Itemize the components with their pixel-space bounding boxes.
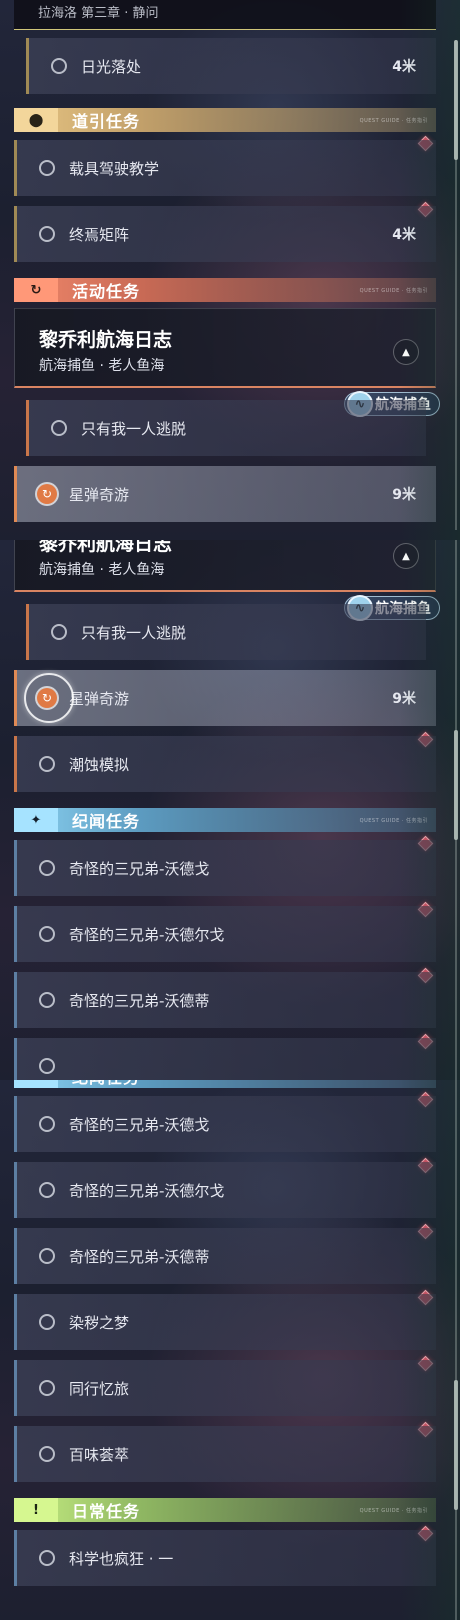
quest-label: 星弹奇游 — [69, 485, 130, 504]
category-tag: QUEST GUIDE · 任务指引 — [359, 287, 428, 294]
quest-card-sailing-log[interactable]: 黎乔利航海日志 航海捕鱼 · 老人鱼海 ▲ — [14, 308, 436, 388]
quest-item-brother-2[interactable]: 奇怪的三兄弟-沃德尔戈 — [14, 1162, 436, 1218]
scrollbar[interactable] — [454, 1080, 458, 1620]
category-tag: QUEST GUIDE · 任务指引 — [359, 1507, 428, 1514]
category-chronicle[interactable]: ✦ 纪闻任务 QUEST GUIDE · 任务指引 — [14, 808, 436, 832]
quest-item-brother-1[interactable]: 奇怪的三兄弟-沃德戈 — [14, 840, 436, 896]
quest-item-partial[interactable] — [14, 1038, 436, 1080]
quest-label: 百味荟萃 — [69, 1445, 130, 1464]
radio-circle-icon — [39, 1380, 55, 1396]
quest-label: 只有我一人逃脱 — [81, 623, 187, 642]
radio-circle-icon — [39, 1116, 55, 1132]
quest-item-flavor[interactable]: 百味荟萃 — [14, 1426, 436, 1482]
quest-item-sunlight[interactable]: 日光落处 4米 — [26, 38, 436, 94]
category-label: 纪闻任务 — [72, 1080, 140, 1088]
radio-circle-icon — [39, 160, 55, 176]
radio-circle-icon — [51, 58, 67, 74]
radio-circle-icon — [39, 1248, 55, 1264]
chapter-header[interactable]: 拉海洛 第三章 · 静问 — [14, 0, 436, 30]
quest-item-tide[interactable]: 潮蚀模拟 — [14, 736, 436, 792]
quest-label: 载具驾驶教学 — [69, 159, 160, 178]
quest-label: 科学也疯狂 · 一 — [69, 1549, 174, 1568]
quest-panel-frame-3: ✦ 纪闻任务 奇怪的三兄弟-沃德戈 奇怪的三兄弟-沃德尔戈 奇怪的三兄弟-沃德蒂… — [0, 1080, 460, 1620]
quest-label: 奇怪的三兄弟-沃德戈 — [69, 1115, 210, 1134]
radio-circle-icon — [39, 226, 55, 242]
quest-label: 奇怪的三兄弟-沃德蒂 — [69, 991, 210, 1010]
category-label: 活动任务 — [72, 282, 141, 301]
quest-distance: 4米 — [392, 227, 416, 243]
quest-item-dye-dream[interactable]: 染秽之梦 — [14, 1294, 436, 1350]
selection-focus-ring — [24, 673, 74, 723]
category-label: 纪闻任务 — [72, 812, 141, 831]
radio-circle-icon — [39, 1314, 55, 1330]
quest-label: 同行忆旅 — [69, 1379, 130, 1398]
radio-circle-icon — [39, 1446, 55, 1462]
quest-item-brother-3[interactable]: 奇怪的三兄弟-沃德蒂 — [14, 1228, 436, 1284]
category-activity[interactable]: ↻ 活动任务 QUEST GUIDE · 任务指引 — [14, 278, 436, 302]
scrollbar-thumb[interactable] — [454, 40, 458, 160]
quest-card-sailing-log[interactable]: 黎乔利航海日志 航海捕鱼 · 老人鱼海 ▲ — [14, 540, 436, 592]
exclamation-box-icon: ! — [14, 1498, 58, 1522]
category-daily[interactable]: ! 日常任务 QUEST GUIDE · 任务指引 — [14, 1498, 436, 1522]
tracking-active-icon: ↻ — [37, 484, 57, 504]
quest-item-star-active[interactable]: ↻ 星弹奇游 9米 — [14, 466, 436, 522]
quest-label: 日光落处 — [81, 57, 142, 76]
collapse-arrow-icon[interactable]: ▲ — [393, 543, 419, 569]
collapse-arrow-icon[interactable]: ▲ — [393, 339, 419, 365]
radio-circle-icon — [51, 624, 67, 640]
quest-distance: 9米 — [392, 487, 416, 503]
category-chronicle[interactable]: ✦ 纪闻任务 — [14, 1080, 436, 1088]
sparkle-star-icon: ✦ — [14, 808, 58, 832]
activity-cycle-icon: ↻ — [14, 278, 58, 302]
quest-label: 奇怪的三兄弟-沃德尔戈 — [69, 1181, 225, 1200]
sparkle-star-icon: ✦ — [14, 1080, 58, 1088]
quest-item-star-active[interactable]: ↻ 星弹奇游 9米 — [14, 670, 436, 726]
radio-circle-icon — [39, 1058, 55, 1074]
quest-item-escape[interactable]: 只有我一人逃脱 — [26, 604, 426, 660]
card-subtitle: 航海捕鱼 · 老人鱼海 — [39, 562, 165, 578]
radio-circle-icon — [39, 860, 55, 876]
radio-circle-icon — [39, 756, 55, 772]
quest-item-matrix[interactable]: 终焉矩阵 4米 — [14, 206, 436, 262]
quest-label: 奇怪的三兄弟-沃德蒂 — [69, 1247, 210, 1266]
radio-circle-icon — [39, 1550, 55, 1566]
quest-distance: 9米 — [392, 691, 416, 707]
quest-item-brother-1[interactable]: 奇怪的三兄弟-沃德戈 — [14, 1096, 436, 1152]
category-tag: QUEST GUIDE · 任务指引 — [359, 117, 428, 124]
quest-label: 星弹奇游 — [69, 689, 130, 708]
location-pin-icon: ⬤ — [14, 108, 58, 132]
category-guide[interactable]: ⬤ 道引任务 QUEST GUIDE · 任务指引 — [14, 108, 436, 132]
quest-item-escape[interactable]: 只有我一人逃脱 — [26, 400, 426, 456]
quest-item-brother-3[interactable]: 奇怪的三兄弟-沃德蒂 — [14, 972, 436, 1028]
radio-circle-icon — [51, 420, 67, 436]
quest-label: 奇怪的三兄弟-沃德尔戈 — [69, 925, 225, 944]
category-tag: QUEST GUIDE · 任务指引 — [359, 817, 428, 824]
scrollbar[interactable] — [454, 540, 458, 1080]
card-title: 黎乔利航海日志 — [39, 329, 173, 351]
chapter-header-text: 拉海洛 第三章 · 静问 — [38, 6, 159, 21]
scrollbar[interactable] — [454, 40, 458, 530]
quest-label: 潮蚀模拟 — [69, 755, 130, 774]
quest-label: 终焉矩阵 — [69, 225, 130, 244]
quest-item-science[interactable]: 科学也疯狂 · 一 — [14, 1530, 436, 1586]
quest-label: 奇怪的三兄弟-沃德戈 — [69, 859, 210, 878]
quest-item-vehicle[interactable]: 载具驾驶教学 — [14, 140, 436, 196]
quest-distance: 4米 — [392, 59, 416, 75]
card-title: 黎乔利航海日志 — [39, 540, 173, 555]
quest-label: 只有我一人逃脱 — [81, 419, 187, 438]
radio-circle-icon — [39, 992, 55, 1008]
scrollbar-thumb[interactable] — [454, 730, 458, 840]
quest-label: 染秽之梦 — [69, 1313, 130, 1332]
quest-item-memory-journey[interactable]: 同行忆旅 — [14, 1360, 436, 1416]
quest-item-brother-2[interactable]: 奇怪的三兄弟-沃德尔戈 — [14, 906, 436, 962]
radio-circle-icon — [39, 926, 55, 942]
radio-circle-icon — [39, 1182, 55, 1198]
quest-panel-frame-1: 拉海洛 第三章 · 静问 日光落处 4米 ⬤ 道引任务 QUEST GUIDE … — [0, 0, 460, 540]
scrollbar-thumb[interactable] — [454, 1380, 458, 1510]
category-label: 日常任务 — [72, 1502, 141, 1521]
card-subtitle: 航海捕鱼 · 老人鱼海 — [39, 358, 165, 374]
quest-panel-frame-2: 黎乔利航海日志 航海捕鱼 · 老人鱼海 ▲ ∿ 航海捕鱼 只有我一人逃脱 ↻ 星… — [0, 540, 460, 1080]
category-label: 道引任务 — [72, 112, 141, 131]
